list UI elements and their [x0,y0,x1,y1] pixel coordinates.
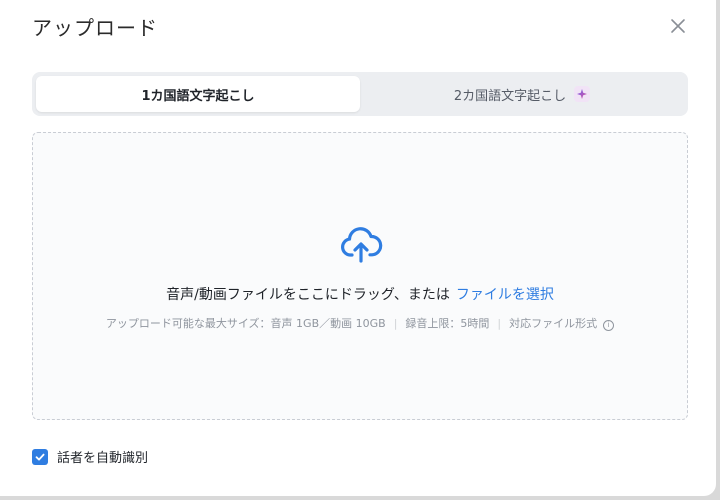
select-file-link[interactable]: ファイルを選択 [456,287,554,303]
drop-prompt: 音声/動画ファイルをここにドラッグ、または ファイルを選択 [33,284,687,304]
sparkle-icon [574,86,591,102]
divider: | [393,317,398,330]
cloud-upload-icon [339,225,383,265]
upload-limits: アップロード可能な最大サイズ：音声 1GB／動画 10GB | 録音上限：5時間 | 対… [33,315,687,331]
duration-limit-text: 録音上限：5時間 [405,317,490,330]
upload-dialog: アップロード 1カ国語文字起こし 2カ国語文字起こし 音声/動画ファイルをここに… [0,0,716,496]
size-limit-text: アップロード可能な最大サイズ：音声 1GB／動画 10GB [105,317,386,330]
supported-formats-text[interactable]: 対応ファイル形式 [509,317,597,330]
drop-prompt-text: 音声/動画ファイルをここにドラッグ、または [166,287,450,303]
dialog-title: アップロード [32,16,158,40]
tab-monolingual[interactable]: 1カ国語文字起こし [36,76,360,112]
auto-speaker-checkbox[interactable] [32,448,48,465]
transcription-mode-tabs: 1カ国語文字起こし 2カ国語文字起こし [32,72,688,116]
tab-label: 2カ国語文字起こし [453,88,567,104]
tab-label: 1カ国語文字起こし [141,88,255,104]
tab-bilingual[interactable]: 2カ国語文字起こし [360,76,684,112]
checkmark-icon [35,453,45,460]
auto-speaker-label: 話者を自動識別 [57,451,149,466]
close-icon[interactable] [666,14,690,38]
auto-speaker-option[interactable]: 話者を自動識別 [32,447,148,466]
divider: | [497,317,502,330]
file-drop-zone[interactable]: 音声/動画ファイルをここにドラッグ、または ファイルを選択 アップロード可能な最大… [32,132,688,420]
info-icon[interactable]: i [603,320,615,331]
